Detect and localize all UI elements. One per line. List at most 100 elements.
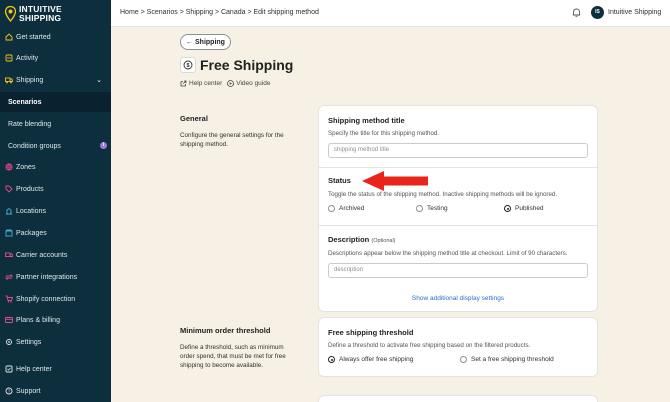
sidebar-item-help-center[interactable]: Help center — [0, 359, 111, 379]
radio-button-selected — [504, 205, 511, 212]
sidebar-item-plans-billing[interactable]: Plans & billing — [0, 310, 111, 330]
support-icon: ? — [5, 387, 13, 395]
globe-icon — [5, 163, 13, 171]
breadcrumb[interactable]: Home > Scenarios > Shipping > Canada > E… — [120, 9, 319, 16]
avatar[interactable]: IS — [591, 6, 604, 19]
sidebar-item-label: Condition groups — [8, 142, 61, 150]
package-icon — [5, 229, 13, 237]
page-header: $ Free Shipping — [180, 57, 293, 73]
sidebar-item-label: Plans & billing — [16, 316, 60, 324]
show-display-settings-link[interactable]: Show additional display settings — [319, 295, 597, 302]
back-button[interactable]: ← Shipping — [180, 34, 231, 50]
threshold-label: Free shipping threshold — [328, 328, 414, 337]
description-hint: Descriptions appear below the shipping m… — [328, 250, 568, 257]
radio-button-selected — [328, 356, 335, 363]
status-label: Status — [328, 176, 351, 185]
svg-text:?: ? — [8, 389, 11, 394]
carrier-icon — [5, 251, 13, 259]
sidebar-item-label: Shipping — [16, 76, 44, 84]
sidebar-item-get-started[interactable]: Get started — [0, 27, 111, 47]
optional-tag: (Optional) — [371, 238, 396, 244]
general-section-description: Configure the general settings for the s… — [180, 132, 284, 148]
integration-icon — [5, 273, 13, 281]
sidebar-item-label: Settings — [16, 338, 42, 346]
sidebar-item-zones[interactable]: Zones — [0, 157, 111, 177]
notification-bell-icon[interactable] — [571, 7, 582, 18]
method-title-hint: Specify the title for this shipping meth… — [328, 130, 440, 137]
svg-text:$: $ — [186, 63, 189, 69]
sidebar-item-partner-integrations[interactable]: Partner integrations — [0, 267, 111, 287]
description-label: Description (Optional) — [328, 235, 396, 244]
arrow-left-icon: ← — [186, 38, 195, 46]
cart-icon — [5, 295, 13, 303]
method-title-input[interactable]: shipping method title — [328, 143, 588, 158]
threshold-radio-always[interactable]: Always offer free shipping — [328, 356, 413, 363]
next-card — [319, 396, 597, 402]
general-settings-card: Shipping method title Specify the title … — [319, 106, 597, 311]
minimum-section-title: Minimum order threshold — [180, 326, 271, 335]
activity-icon — [5, 54, 13, 62]
sidebar-item-settings[interactable]: Settings — [0, 332, 111, 352]
sidebar-item-scenarios[interactable]: Scenarios — [0, 92, 111, 112]
sidebar-item-locations[interactable]: Locations — [0, 201, 111, 221]
sidebar-item-rate-blending[interactable]: Rate blending — [0, 114, 111, 134]
sidebar-item-label: Rate blending — [8, 120, 52, 128]
page-title: Free Shipping — [200, 57, 294, 73]
status-radio-published[interactable]: Published — [504, 205, 544, 212]
radio-button — [460, 356, 467, 363]
sidebar-item-label: Carrier accounts — [16, 251, 68, 259]
location-pin-logo-icon — [5, 5, 16, 22]
radio-button — [416, 205, 423, 212]
sidebar-item-label: Get started — [16, 33, 51, 41]
info-badge-icon: i — [100, 142, 107, 149]
location-icon — [5, 207, 13, 215]
sidebar-item-label: Products — [16, 185, 44, 193]
truck-icon — [5, 76, 13, 84]
video-guide-link[interactable]: Video guide — [227, 80, 270, 87]
sidebar-item-label: Shopify connection — [16, 295, 76, 303]
status-hint: Toggle the status of the shipping method… — [328, 191, 558, 198]
brand-line2: SHIPPING — [19, 12, 62, 23]
sidebar-item-label: Packages — [16, 229, 47, 237]
sidebar-item-label: Partner integrations — [16, 273, 78, 281]
threshold-radio-set[interactable]: Set a free shipping threshold — [460, 356, 554, 363]
minimum-section-description: Define a threshold, such as minimum orde… — [180, 344, 286, 369]
help-center-link[interactable]: Help center — [180, 80, 222, 87]
sidebar-item-support[interactable]: ? Support — [0, 381, 111, 401]
tag-icon — [5, 185, 13, 193]
chevron-down-icon: ⌄ — [96, 77, 102, 84]
status-radio-archived[interactable]: Archived — [328, 205, 364, 212]
top-bar: Home > Scenarios > Shipping > Canada > E… — [111, 0, 670, 27]
sidebar-item-carrier-accounts[interactable]: Carrier accounts — [0, 245, 111, 265]
billing-icon — [5, 316, 13, 324]
sidebar-item-products[interactable]: Products — [0, 179, 111, 199]
gear-icon — [5, 338, 13, 346]
sidebar-item-label: Zones — [16, 163, 36, 171]
sidebar-item-label: Activity — [16, 54, 39, 62]
method-title-label: Shipping method title — [328, 116, 405, 125]
sidebar: INTUITIVE SHIPPING Get started Activity … — [0, 0, 111, 402]
back-button-label: Shipping — [195, 38, 225, 46]
sidebar-item-label: Scenarios — [8, 98, 42, 106]
general-section-title: General — [180, 114, 208, 123]
account-name[interactable]: Intuitive Shipping — [608, 9, 661, 16]
divider — [319, 167, 597, 168]
sidebar-item-packages[interactable]: Packages — [0, 223, 111, 243]
free-shipping-icon: $ — [180, 57, 196, 73]
home-icon — [5, 33, 13, 41]
threshold-hint: Define a threshold to activate free ship… — [328, 342, 531, 349]
sidebar-item-label: Support — [16, 387, 41, 395]
help-links: Help center Video guide — [180, 80, 275, 87]
sidebar-item-label: Locations — [16, 207, 46, 215]
sidebar-item-activity[interactable]: Activity — [0, 48, 111, 68]
description-input[interactable]: description — [328, 263, 588, 278]
radio-button — [328, 205, 335, 212]
external-link-icon — [180, 80, 187, 87]
sidebar-item-condition-groups[interactable]: Condition groups i — [0, 136, 111, 156]
sidebar-item-shopify-connection[interactable]: Shopify connection — [0, 289, 111, 309]
status-radio-testing[interactable]: Testing — [416, 205, 448, 212]
divider — [319, 225, 597, 226]
sidebar-item-shipping[interactable]: Shipping ⌄ — [0, 70, 111, 90]
free-shipping-threshold-card: Free shipping threshold Define a thresho… — [319, 318, 597, 376]
brand-logo[interactable]: INTUITIVE SHIPPING — [0, 0, 111, 27]
